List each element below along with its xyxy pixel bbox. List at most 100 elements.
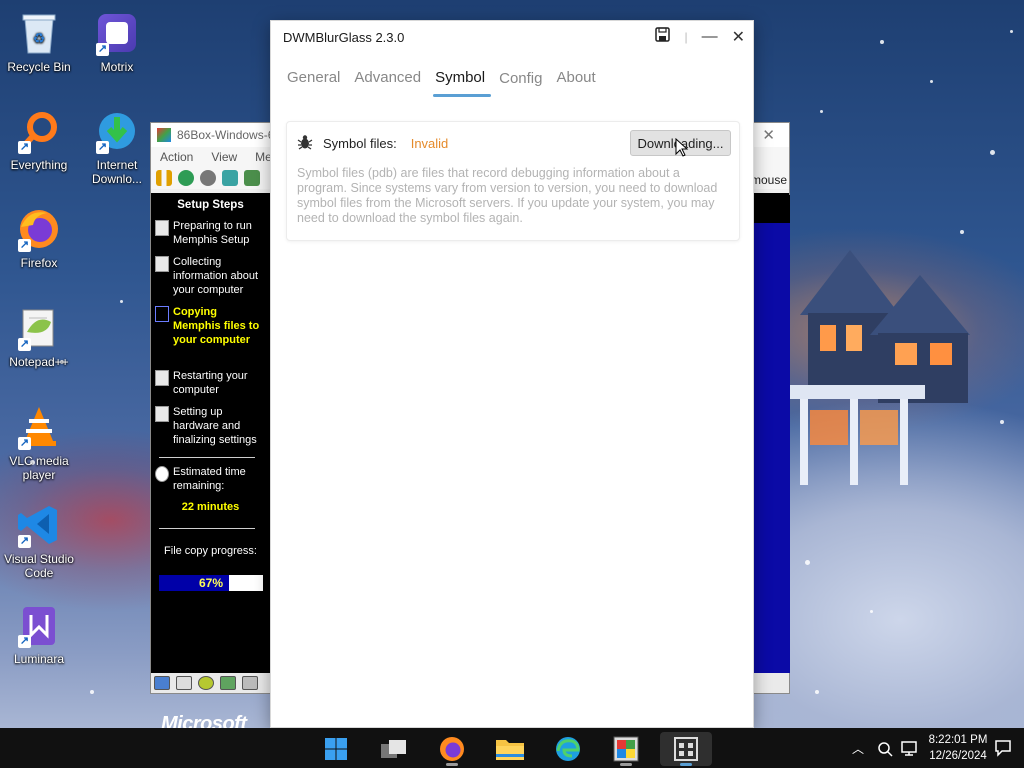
dwm-tabs: General Advanced Symbol Config About: [287, 69, 610, 98]
menu-action[interactable]: Action: [151, 150, 202, 164]
running-indicator: [620, 763, 632, 766]
notepad-plus-plus-icon: ↗: [16, 305, 62, 351]
pause-icon[interactable]: [156, 170, 172, 186]
tray-status-icon[interactable]: [876, 728, 894, 768]
show-hidden-icons-button[interactable]: ︿: [852, 728, 864, 768]
setup-step: Restarting your computer: [155, 369, 267, 397]
shortcut-arrow-icon: ↗: [96, 43, 109, 56]
desktop-icon-notepad-plus-plus[interactable]: ↗ Notepad++: [0, 305, 78, 369]
save-icon[interactable]: [655, 27, 671, 47]
shortcut-arrow-icon: ↗: [18, 437, 31, 450]
symbol-description: Symbol files (pdb) are files that record…: [297, 166, 718, 225]
taskbar-clock[interactable]: 8:22:01 PM 12/26/2024: [922, 732, 994, 764]
symbol-status: Invalid: [410, 136, 449, 151]
shortcut-arrow-icon: ↗: [96, 141, 109, 154]
tab-config[interactable]: Config: [499, 70, 550, 98]
desktop-icon-vlc[interactable]: ↗ VLC media player: [0, 404, 78, 482]
mouse-capture-hint: mouse: [750, 173, 787, 187]
setup-step: Setting up hardware and finalizing setti…: [155, 405, 267, 447]
task-view-button[interactable]: [374, 732, 414, 766]
cdrom-icon[interactable]: [198, 676, 214, 690]
shortcut-arrow-icon: ↗: [18, 141, 31, 154]
start-button[interactable]: [316, 732, 356, 766]
reset-icon[interactable]: [178, 170, 194, 186]
step-document-icon: [155, 256, 169, 272]
desktop-icon-everything[interactable]: ↗ Everything: [0, 108, 78, 172]
bug-icon: [297, 134, 313, 153]
minimize-button[interactable]: —: [702, 28, 718, 46]
86box-app-icon: [157, 128, 171, 142]
step-document-icon: [155, 220, 169, 236]
taskbar-file-explorer[interactable]: [490, 732, 530, 766]
taskbar-dwmblurglass[interactable]: [660, 732, 712, 766]
ctrl-alt-del-icon[interactable]: [222, 170, 238, 186]
86box-close-button[interactable]: ✕: [762, 126, 775, 144]
estimated-time-value: 22 minutes: [181, 501, 240, 513]
taskbar-firefox[interactable]: [432, 732, 472, 766]
step-current-icon: [155, 306, 169, 322]
chevron-up-icon: ︿: [852, 741, 865, 756]
vlc-icon: ↗: [16, 404, 62, 450]
file-copy-progress-text: 67%: [198, 576, 224, 590]
close-button[interactable]: ✕: [732, 27, 745, 47]
vm-screen-blue-area: [754, 223, 790, 673]
vscode-icon: ↗: [16, 502, 62, 548]
edge-icon: [556, 737, 580, 761]
task-view-icon: [381, 740, 406, 758]
running-indicator: [680, 763, 692, 766]
luminara-icon: ↗: [16, 602, 62, 648]
network-icon[interactable]: [242, 676, 258, 690]
power-icon[interactable]: [200, 170, 216, 186]
tab-general[interactable]: General: [287, 69, 348, 97]
tray-network-icon[interactable]: [900, 728, 918, 768]
clock-icon: [155, 466, 169, 482]
step-hardware-icon: [155, 406, 169, 422]
clock-time: 8:22:01 PM: [928, 734, 988, 746]
start-icon: [325, 738, 347, 760]
hard-disk-icon[interactable]: [220, 676, 236, 690]
desktop-icon-vscode[interactable]: ↗ Visual Studio Code: [0, 502, 78, 580]
setup-steps-panel: Setup Steps Preparing to run Memphis Set…: [151, 193, 270, 735]
setup-steps-title: Setup Steps: [177, 199, 244, 211]
desktop-icon-internet-download-manager[interactable]: ↗ Internet Downlo...: [78, 108, 156, 186]
floppy-empty-icon[interactable]: [176, 676, 192, 690]
shortcut-arrow-icon: ↗: [18, 239, 31, 252]
recycle-bin-icon: ♻: [16, 10, 62, 56]
desktop-icon-recycle-bin[interactable]: ♻ Recycle Bin: [0, 10, 78, 74]
shortcut-arrow-icon: ↗: [18, 338, 31, 351]
dwmblurglass-window[interactable]: DWMBlurGlass 2.3.0 | — ✕ General Advance…: [270, 20, 754, 728]
dwm-window-title: DWMBlurGlass 2.3.0: [283, 30, 405, 45]
file-explorer-icon: [496, 740, 524, 760]
dwm-window-controls: | — ✕: [655, 27, 745, 47]
86box-icon: [613, 736, 639, 762]
step-computer-icon: [155, 370, 169, 386]
tab-about[interactable]: About: [556, 69, 603, 97]
setup-step: Collecting information about your comput…: [155, 255, 267, 297]
motrix-icon: ↗: [94, 10, 140, 56]
wallpaper-house: [790, 250, 970, 485]
desktop-icon-firefox[interactable]: ↗ Firefox: [0, 206, 78, 270]
86box-title: 86Box-Windows-6: [177, 128, 275, 142]
internet-download-manager-icon: ↗: [94, 108, 140, 154]
shortcut-arrow-icon: ↗: [18, 635, 31, 648]
file-copy-progress-bar: 67%: [159, 575, 263, 591]
setup-step: Preparing to run Memphis Setup: [155, 219, 267, 247]
settings-sync-icon: [878, 742, 893, 757]
tab-advanced[interactable]: Advanced: [354, 69, 429, 97]
mouse-cursor-icon: [675, 138, 689, 157]
tab-symbol[interactable]: Symbol: [433, 69, 493, 97]
desktop-icon-luminara[interactable]: ↗ Luminara: [0, 602, 78, 666]
notifications-button[interactable]: [994, 728, 1012, 768]
floppy-icon[interactable]: [154, 676, 170, 690]
firefox-icon: ↗: [16, 206, 62, 252]
symbol-files-row: Symbol files: Invalid: [297, 134, 448, 153]
taskbar-86box[interactable]: [606, 732, 646, 766]
network-icon: [901, 741, 917, 756]
taskbar-edge[interactable]: [548, 732, 588, 766]
taskbar: ︿ 8:22:01 PM 12/26/2024: [0, 728, 1024, 768]
desktop-icon-motrix[interactable]: ↗ Motrix: [78, 10, 156, 74]
settings-icon[interactable]: [244, 170, 260, 186]
menu-view[interactable]: View: [202, 150, 246, 164]
dwmblurglass-icon: [674, 737, 698, 761]
divider: [159, 528, 255, 529]
